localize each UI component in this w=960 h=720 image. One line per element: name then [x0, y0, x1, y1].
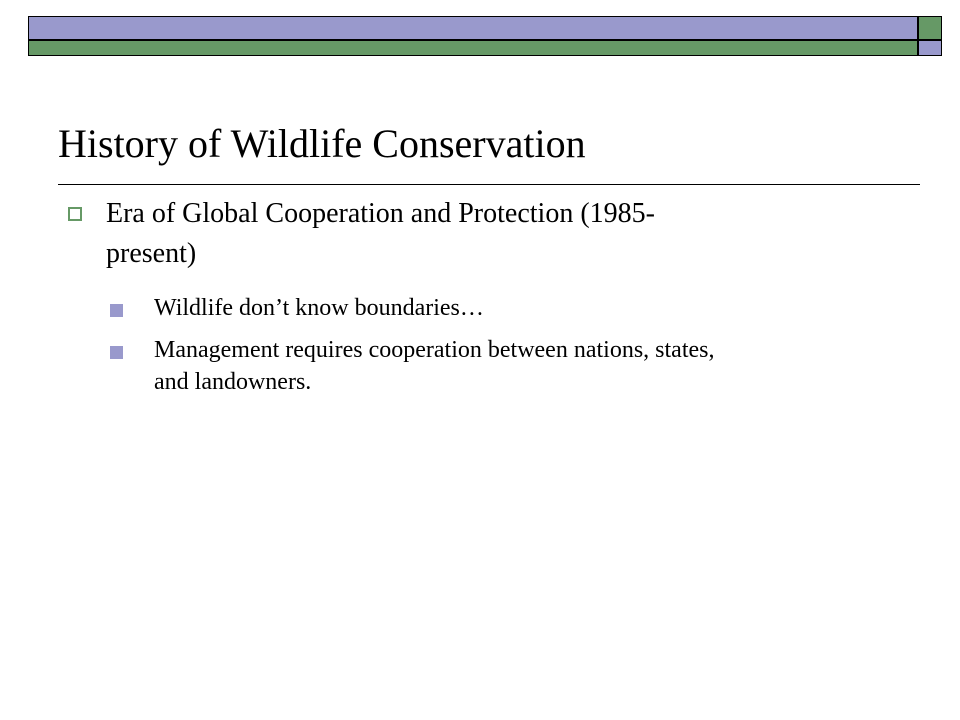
bullet-era-line2: present) — [106, 238, 197, 269]
header-square-top — [918, 16, 942, 40]
slide: History of Wildlife Conservation Era of … — [0, 0, 960, 720]
title-divider — [58, 184, 920, 185]
filled-square-icon — [110, 346, 123, 359]
sub-bullet-management: Management requires cooperation between … — [154, 334, 894, 398]
slide-title: History of Wildlife Conservation — [58, 121, 586, 166]
bullet-era: Era of Global Cooperation and Protection… — [106, 194, 866, 274]
hollow-square-icon — [68, 207, 82, 221]
header-bar-top — [28, 16, 918, 40]
sub-bullet-management-line2: and landowners. — [154, 369, 312, 395]
header-square-bottom — [918, 40, 942, 56]
sub-bullet-boundaries-text: Wildlife don’t know boundaries… — [154, 295, 484, 321]
sub-bullet-boundaries: Wildlife don’t know boundaries… — [154, 292, 894, 324]
bullet-era-line1: Era of Global Cooperation and Protection… — [106, 198, 655, 229]
header-bar-bottom — [28, 40, 918, 56]
sub-bullet-management-line1: Management requires cooperation between … — [154, 337, 715, 363]
filled-square-icon — [110, 304, 123, 317]
